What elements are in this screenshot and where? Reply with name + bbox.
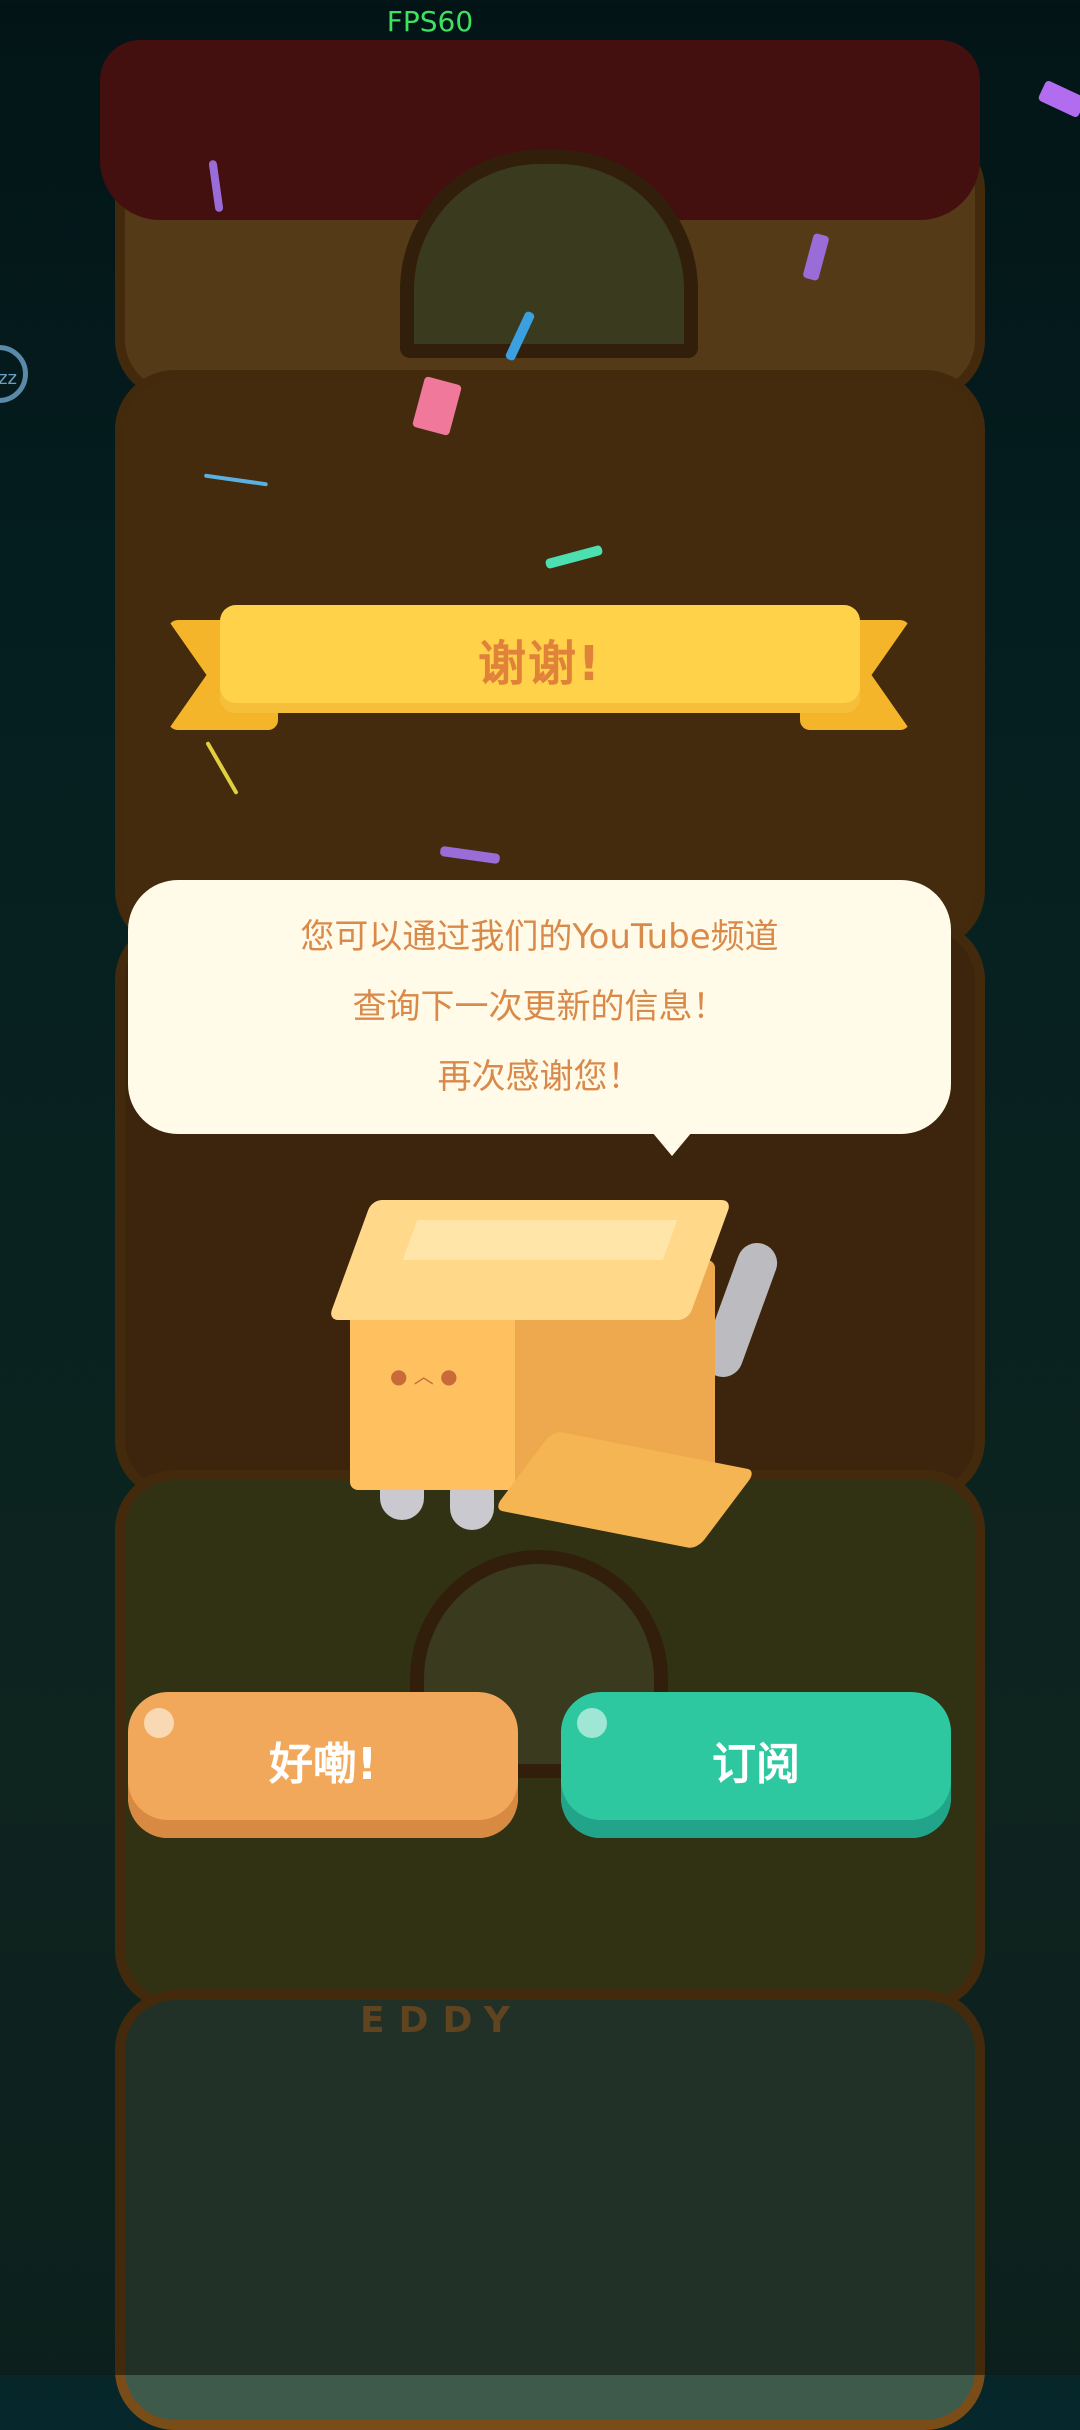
box-tape: [402, 1220, 678, 1260]
message-line: 您可以通过我们的YouTube频道: [300, 917, 779, 957]
button-shine: [577, 1708, 607, 1738]
ok-button-label: 好嘞!: [268, 1739, 378, 1790]
box-face: ● ︿ ●: [390, 1364, 458, 1388]
title-ribbon: 谢谢!: [220, 605, 860, 713]
subscribe-button-label: 订阅: [712, 1739, 800, 1790]
message-bubble: 您可以通过我们的YouTube频道 查询下一次更新的信息！ 再次感谢您！: [128, 880, 951, 1156]
message-line: 查询下一次更新的信息！: [352, 987, 727, 1027]
message-line: 再次感谢您！: [437, 1057, 642, 1097]
fps-counter: FPS60: [386, 5, 474, 38]
button-shine: [144, 1708, 174, 1738]
box-cat-mascot: ● ︿ ●: [320, 1200, 783, 1550]
ok-button[interactable]: 好嘞!: [128, 1692, 518, 1838]
dialog-title: 谢谢!: [478, 636, 602, 692]
modal-dim-overlay: [0, 0, 1080, 2375]
box-top: [328, 1200, 732, 1320]
subscribe-button[interactable]: 订阅: [561, 1692, 951, 1838]
